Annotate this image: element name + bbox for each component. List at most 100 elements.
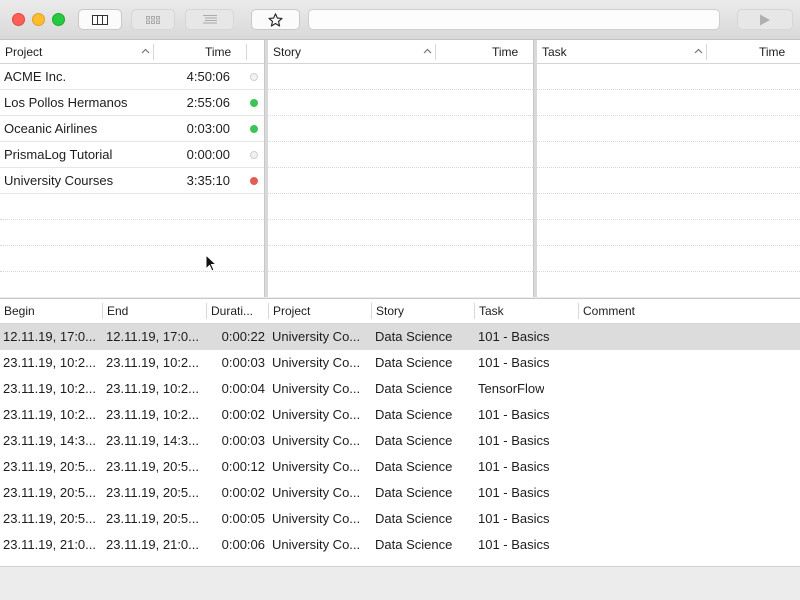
log-row[interactable]: 23.11.19, 20:5... 23.11.19, 20:5... 0:00:0… — [0, 480, 800, 506]
status-dot-icon[interactable] — [250, 125, 258, 133]
comment-column-header[interactable]: Comment — [579, 299, 635, 324]
log-row[interactable]: 23.11.19, 10:2... 23.11.19, 10:2... 0:00:0… — [0, 402, 800, 428]
column-separator — [246, 44, 247, 60]
favorite-button[interactable] — [251, 9, 300, 30]
project-row[interactable]: Oceanic Airlines 0:03:00 — [0, 116, 264, 142]
end-cell: 23.11.19, 21:0... — [106, 537, 199, 552]
time-log-body: 12.11.19, 17:0... 12.11.19, 17:0... 0:00:2… — [0, 324, 800, 558]
log-row[interactable]: 23.11.19, 21:0... 23.11.19, 21:0... 0:00:0… — [0, 532, 800, 558]
log-row[interactable]: 23.11.19, 20:5... 23.11.19, 20:5... 0:00:0… — [0, 506, 800, 532]
project-time: 0:03:00 — [186, 121, 230, 136]
story-cell: Data Science — [375, 407, 453, 422]
duration-column-header[interactable]: Durati... — [207, 299, 253, 324]
grid-view-button[interactable] — [131, 9, 175, 30]
story-cell: Data Science — [375, 485, 453, 500]
story-column-header[interactable]: Story — [372, 299, 404, 324]
empty-row — [537, 272, 800, 297]
project-cell: University Co... — [272, 511, 361, 526]
begin-cell: 23.11.19, 21:0... — [3, 537, 96, 552]
duration-cell: 0:00:06 — [221, 537, 265, 552]
duration-cell: 0:00:12 — [221, 459, 265, 474]
task-time-column-header[interactable]: Time — [754, 40, 790, 64]
story-cell: Data Science — [375, 537, 453, 552]
begin-cell: 23.11.19, 20:5... — [3, 511, 96, 526]
task-cell: 101 - Basics — [478, 433, 550, 448]
empty-row — [537, 64, 800, 90]
columns-view-button[interactable] — [78, 9, 122, 30]
empty-row — [268, 168, 533, 194]
close-window-button[interactable] — [12, 13, 25, 26]
mouse-pointer-icon — [205, 254, 217, 272]
columns-view-icon — [92, 14, 108, 25]
play-button[interactable] — [737, 9, 793, 30]
project-cell: University Co... — [272, 433, 361, 448]
empty-row — [537, 116, 800, 142]
minimize-window-button[interactable] — [32, 13, 45, 26]
end-cell: 23.11.19, 20:5... — [106, 511, 199, 526]
log-row[interactable]: 23.11.19, 10:2... 23.11.19, 10:2... 0:00:0… — [0, 376, 800, 402]
end-column-header[interactable]: End — [103, 299, 128, 324]
task-cell: 101 - Basics — [478, 511, 550, 526]
begin-cell: 23.11.19, 20:5... — [3, 485, 96, 500]
duration-cell: 0:00:05 — [221, 511, 265, 526]
story-pane-header: Story Time — [268, 40, 533, 64]
begin-cell: 23.11.19, 10:2... — [3, 407, 96, 422]
status-dot-icon[interactable] — [250, 99, 258, 107]
zoom-window-button[interactable] — [52, 13, 65, 26]
story-cell: Data Science — [375, 355, 453, 370]
story-cell: Data Science — [375, 459, 453, 474]
end-cell: 23.11.19, 20:5... — [106, 459, 199, 474]
empty-row — [0, 220, 264, 246]
project-cell: University Co... — [272, 329, 361, 344]
project-pane-header: Project Time — [0, 40, 264, 64]
search-input[interactable] — [308, 9, 720, 30]
project-name: University Courses — [4, 173, 114, 188]
task-cell: 101 - Basics — [478, 537, 550, 552]
task-pane: Task Time — [537, 40, 800, 297]
task-list — [537, 64, 800, 297]
project-name: Los Pollos Hermanos — [4, 95, 128, 110]
column-separator — [268, 303, 269, 319]
project-row[interactable]: Los Pollos Hermanos 2:55:06 — [0, 90, 264, 116]
begin-cell: 23.11.19, 20:5... — [3, 459, 96, 474]
story-column-header[interactable]: Story — [268, 40, 306, 64]
story-cell: Data Science — [375, 329, 453, 344]
empty-row — [537, 220, 800, 246]
log-row[interactable]: 12.11.19, 17:0... 12.11.19, 17:0... 0:00:2… — [0, 324, 800, 350]
empty-row — [537, 194, 800, 220]
project-time: 2:55:06 — [186, 95, 230, 110]
task-cell: 101 - Basics — [478, 459, 550, 474]
task-cell: 101 - Basics — [478, 329, 550, 344]
time-column-header[interactable]: Time — [200, 40, 236, 64]
project-row[interactable]: ACME Inc. 4:50:06 — [0, 64, 264, 90]
status-dot-icon[interactable] — [250, 151, 258, 159]
begin-cell: 23.11.19, 10:2... — [3, 355, 96, 370]
story-cell: Data Science — [375, 381, 453, 396]
task-column-header[interactable]: Task — [475, 299, 504, 324]
empty-row — [537, 90, 800, 116]
column-separator — [435, 44, 436, 60]
duration-cell: 0:00:22 — [221, 329, 265, 344]
empty-row — [0, 246, 264, 272]
window-toolbar — [0, 0, 800, 40]
list-view-button[interactable] — [185, 9, 234, 30]
status-dot-icon[interactable] — [250, 177, 258, 185]
project-column-header[interactable]: Project — [269, 299, 310, 324]
log-row[interactable]: 23.11.19, 20:5... 23.11.19, 20:5... 0:00:1… — [0, 454, 800, 480]
story-list — [268, 64, 533, 297]
log-row[interactable]: 23.11.19, 10:2... 23.11.19, 10:2... 0:00:0… — [0, 350, 800, 376]
status-dot-icon[interactable] — [250, 73, 258, 81]
empty-row — [268, 116, 533, 142]
story-time-column-header[interactable]: Time — [487, 40, 523, 64]
project-column-header[interactable]: Project — [0, 40, 47, 64]
project-time: 3:35:10 — [186, 173, 230, 188]
task-column-header[interactable]: Task — [537, 40, 572, 64]
project-row[interactable]: PrismaLog Tutorial 0:00:00 — [0, 142, 264, 168]
project-row[interactable]: University Courses 3:35:10 — [0, 168, 264, 194]
column-separator — [102, 303, 103, 319]
project-cell: University Co... — [272, 381, 361, 396]
column-separator — [153, 44, 154, 60]
end-cell: 23.11.19, 10:2... — [106, 355, 199, 370]
log-row[interactable]: 23.11.19, 14:3... 23.11.19, 14:3... 0:00:0… — [0, 428, 800, 454]
begin-column-header[interactable]: Begin — [0, 299, 35, 324]
